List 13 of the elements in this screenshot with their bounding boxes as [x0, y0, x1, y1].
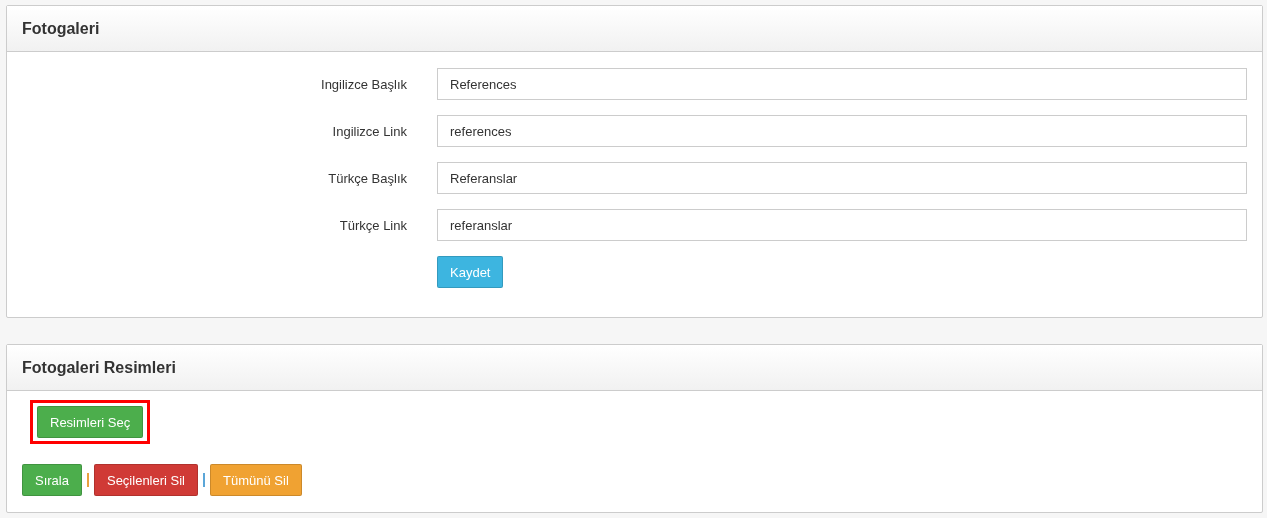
field-label: Türkçe Link: [338, 217, 408, 233]
select-images-button[interactable]: Resimleri Seç: [37, 406, 144, 438]
button[interactable]: Sırala: [22, 464, 82, 496]
panel-title: Fotogaleri: [22, 19, 100, 38]
field-label: Ingilizce Başlık: [320, 76, 408, 92]
input-field[interactable]: Referanslar: [437, 162, 1247, 194]
button[interactable]: Seçilenleri Sil: [93, 464, 198, 496]
input-field[interactable]: references: [437, 115, 1247, 147]
field-label: Ingilizce Link: [331, 123, 408, 139]
field-label: Türkçe Başlık: [327, 170, 408, 186]
panel-title: Fotogaleri Resimleri: [22, 358, 176, 377]
input-field[interactable]: References: [437, 68, 1247, 100]
input-field[interactable]: referanslar: [437, 209, 1247, 241]
